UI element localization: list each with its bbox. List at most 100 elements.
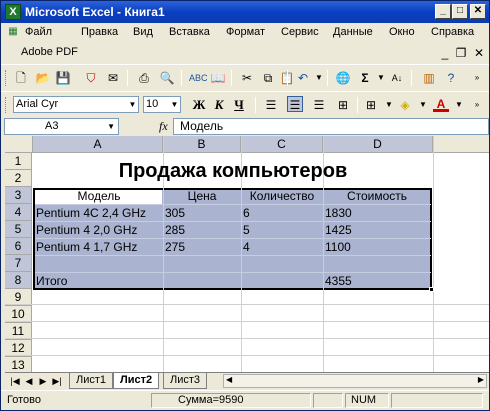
chevron-down-icon[interactable]: ▼ xyxy=(107,119,115,134)
table-cell[interactable]: 275 xyxy=(165,239,185,256)
merge-center-icon[interactable]: ⊞ xyxy=(335,97,351,113)
name-box[interactable]: A3 ▼ xyxy=(4,118,119,135)
tab-sheet3[interactable]: Лист3 xyxy=(163,373,208,389)
hyperlink-icon[interactable]: 🌐 xyxy=(335,70,351,86)
menu-window[interactable]: Окно xyxy=(389,26,415,38)
total-value-cell[interactable]: 4355 xyxy=(325,273,352,290)
column-header-d[interactable]: D xyxy=(323,136,433,153)
tab-sheet1[interactable]: Лист1 xyxy=(69,373,114,389)
table-cell[interactable]: 6 xyxy=(243,205,250,222)
worksheet-grid[interactable]: A B C D 1 2 3 4 5 6 7 8 9 10 11 12 13 Пр… xyxy=(5,136,489,372)
menu-data[interactable]: Данные xyxy=(333,26,373,38)
tab-sheet2[interactable]: Лист2 xyxy=(113,373,160,389)
table-cell[interactable]: 4 xyxy=(243,239,250,256)
table-cell[interactable]: 5 xyxy=(243,222,250,239)
sheet-title[interactable]: Продажа компьютеров xyxy=(33,154,433,188)
autosum-dropdown-icon[interactable]: ▼ xyxy=(373,70,389,86)
fill-handle[interactable] xyxy=(429,287,434,292)
chevron-down-icon[interactable]: ▼ xyxy=(169,97,180,112)
bold-button[interactable]: Ж xyxy=(191,97,207,113)
minimize-button[interactable]: _ xyxy=(435,4,451,19)
menu-file[interactable]: Файл xyxy=(25,26,52,38)
close-button[interactable]: ✕ xyxy=(470,4,486,19)
table-cell[interactable]: 285 xyxy=(165,222,185,239)
select-all-corner[interactable] xyxy=(5,136,33,153)
align-center-icon[interactable]: ☰ xyxy=(287,96,303,112)
fill-color-icon[interactable]: ◈ xyxy=(397,97,413,113)
chart-wizard-icon[interactable]: ▥ xyxy=(421,70,437,86)
table-cell[interactable]: 1830 xyxy=(325,205,352,222)
row-header[interactable]: 7 xyxy=(5,255,32,272)
horizontal-scrollbar[interactable]: ◀ ▶ xyxy=(223,374,487,388)
menu-tools[interactable]: Сервис xyxy=(281,26,319,38)
header-cell[interactable]: Количество xyxy=(241,188,323,205)
row-header[interactable]: 1 xyxy=(5,153,32,170)
row-header[interactable]: 2 xyxy=(5,170,32,187)
new-file-icon[interactable]: 🗋 xyxy=(13,70,29,86)
chevron-down-icon[interactable]: ▼ xyxy=(127,97,138,112)
scroll-right-icon[interactable]: ▶ xyxy=(478,375,484,384)
menu-edit[interactable]: Правка xyxy=(81,26,118,38)
toolbar-options-icon[interactable]: » xyxy=(469,97,485,113)
help-icon[interactable]: ? xyxy=(443,70,459,86)
column-header-a[interactable]: A xyxy=(33,136,163,153)
sort-ascending-icon[interactable]: A↓ xyxy=(389,70,405,86)
excel-app-icon[interactable]: X xyxy=(5,4,21,20)
column-header-c[interactable]: C xyxy=(241,136,323,153)
print-icon[interactable]: ⎙ xyxy=(136,70,152,86)
undo-icon[interactable]: ↶ xyxy=(295,70,311,86)
italic-button[interactable]: К xyxy=(211,97,227,113)
row-header[interactable]: 6 xyxy=(5,238,32,255)
menu-help[interactable]: Справка xyxy=(431,26,474,38)
fill-dropdown-icon[interactable]: ▼ xyxy=(415,97,431,113)
table-cell[interactable]: Pentium 4C 2,4 GHz xyxy=(36,205,146,222)
row-header[interactable]: 4 xyxy=(5,204,32,221)
header-cell[interactable]: Модель xyxy=(35,188,163,205)
table-cell[interactable]: 1425 xyxy=(325,222,352,239)
table-cell[interactable]: Pentium 4 2,0 GHz xyxy=(36,222,137,239)
table-cell[interactable]: Pentium 4 1,7 GHz xyxy=(36,239,137,256)
open-folder-icon[interactable]: 📂 xyxy=(35,70,51,86)
column-header-b[interactable]: B xyxy=(163,136,241,153)
scroll-left-icon[interactable]: ◀ xyxy=(226,375,232,384)
borders-dropdown-icon[interactable]: ▼ xyxy=(381,97,397,113)
first-sheet-icon[interactable]: |◀ xyxy=(9,375,21,387)
spelling-icon[interactable]: ABC xyxy=(189,70,208,86)
formula-input[interactable]: Модель xyxy=(173,118,489,135)
header-cell[interactable]: Цена xyxy=(163,188,241,205)
workbook-icon[interactable]: ▦ xyxy=(5,24,21,40)
font-color-dropdown-icon[interactable]: ▼ xyxy=(451,97,467,113)
menu-view[interactable]: Вид xyxy=(133,26,153,38)
permission-icon[interactable]: ⛉ xyxy=(83,70,99,86)
align-left-icon[interactable]: ☰ xyxy=(263,97,279,113)
next-sheet-icon[interactable]: ▶ xyxy=(37,375,49,387)
align-right-icon[interactable]: ☰ xyxy=(311,97,327,113)
insert-function-icon[interactable]: fx xyxy=(159,119,168,134)
font-size-combo[interactable]: 10 ▼ xyxy=(143,96,181,113)
doc-minimize-icon[interactable]: _ xyxy=(437,45,453,61)
doc-close-icon[interactable]: ✕ xyxy=(471,45,487,61)
row-header[interactable]: 8 xyxy=(5,272,32,289)
toolbar-grip[interactable] xyxy=(5,70,8,86)
toolbar-options-icon[interactable]: » xyxy=(469,70,485,86)
font-name-combo[interactable]: Arial Cyr ▼ xyxy=(13,96,139,113)
save-icon[interactable]: 💾 xyxy=(55,70,71,86)
row-header[interactable]: 3 xyxy=(5,187,32,204)
undo-dropdown-icon[interactable]: ▼ xyxy=(311,70,327,86)
doc-restore-icon[interactable]: ❐ xyxy=(453,45,469,61)
row-header[interactable]: 5 xyxy=(5,221,32,238)
borders-icon[interactable]: ⊞ xyxy=(363,97,379,113)
table-cell[interactable]: 305 xyxy=(165,205,185,222)
cut-icon[interactable]: ✂ xyxy=(239,70,255,86)
autosum-icon[interactable]: Σ xyxy=(357,70,373,86)
email-icon[interactable]: ✉ xyxy=(105,70,121,86)
menu-adobe-pdf[interactable]: Adobe PDF xyxy=(21,46,78,58)
print-preview-icon[interactable]: 🔍 xyxy=(159,70,175,86)
toolbar-grip[interactable] xyxy=(5,97,8,113)
total-label-cell[interactable]: Итого xyxy=(36,273,67,290)
row-header[interactable]: 13 xyxy=(5,357,32,372)
underline-button[interactable]: Ч xyxy=(231,97,247,113)
font-color-icon[interactable]: A xyxy=(433,96,449,112)
header-cell[interactable]: Стоимость xyxy=(323,188,431,205)
menu-insert[interactable]: Вставка xyxy=(169,26,210,38)
